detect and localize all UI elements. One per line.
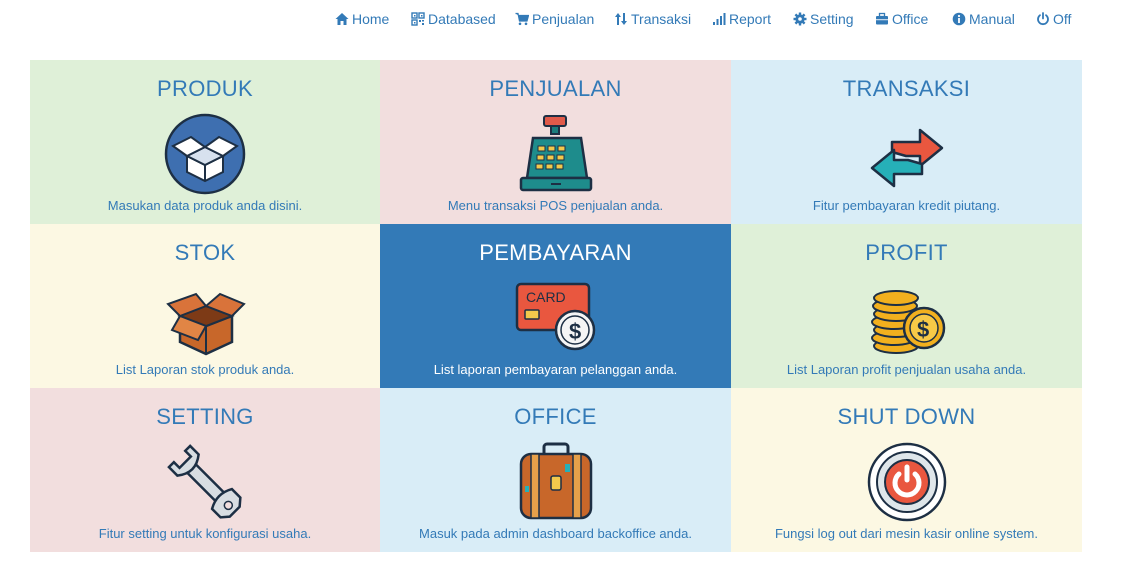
suitcase-icon bbox=[511, 440, 601, 524]
tile-pembayaran-desc: List laporan pembayaran pelanggan anda. bbox=[433, 362, 678, 377]
tile-stok-desc: List Laporan stok produk anda. bbox=[115, 362, 295, 377]
tile-profit-desc: List Laporan profit penjualan usaha anda… bbox=[786, 362, 1027, 377]
nav-setting-label: Setting bbox=[810, 11, 854, 27]
tile-office-desc: Masuk pada admin dashboard backoffice an… bbox=[419, 526, 692, 541]
card-label: CARD bbox=[526, 289, 566, 305]
shopping-cart-icon bbox=[515, 12, 529, 26]
signal-bars-icon bbox=[713, 13, 726, 25]
tile-shut-down-title: SHUT DOWN bbox=[837, 404, 976, 429]
tile-profit[interactable]: PROFIT $ List Laporan profit penjualan u… bbox=[731, 224, 1082, 388]
tile-setting[interactable]: SETTING Fitur setting untuk konfigurasi … bbox=[30, 388, 380, 552]
power-icon bbox=[1037, 12, 1049, 26]
nav-report-label: Report bbox=[729, 11, 772, 27]
power-button-icon bbox=[862, 440, 952, 524]
nav-databased[interactable]: Databased bbox=[411, 10, 496, 28]
wrench-icon bbox=[160, 440, 250, 524]
nav-setting[interactable]: Setting bbox=[793, 10, 854, 28]
home-icon bbox=[335, 13, 349, 25]
tile-produk-desc: Masukan data produk anda disini. bbox=[107, 198, 303, 213]
svg-text:$: $ bbox=[917, 317, 929, 342]
tile-transaksi-title: TRANSAKSI bbox=[842, 76, 971, 101]
tile-office[interactable]: OFFICE Masuk pada admin dashboard backof… bbox=[380, 388, 731, 552]
nav-manual-label: Manual bbox=[969, 11, 1015, 27]
tile-penjualan-desc: Menu transaksi POS penjualan anda. bbox=[447, 198, 664, 213]
info-circle-icon bbox=[952, 12, 966, 26]
nav-manual[interactable]: Manual bbox=[952, 10, 1015, 28]
tile-pembayaran[interactable]: PEMBAYARAN CARD $ List laporan pembayara… bbox=[380, 224, 731, 388]
qrcode-icon bbox=[411, 12, 425, 26]
tile-profit-title: PROFIT bbox=[865, 240, 948, 265]
tile-office-title: OFFICE bbox=[514, 404, 597, 429]
nav-databased-label: Databased bbox=[428, 11, 496, 27]
exchange-arrows-icon bbox=[862, 112, 952, 196]
briefcase-icon bbox=[876, 12, 888, 25]
tile-stok-title: STOK bbox=[174, 240, 236, 265]
nav-penjualan[interactable]: Penjualan bbox=[515, 10, 594, 28]
top-navbar: Home Databased Penjualan Transaksi Repor… bbox=[0, 0, 1124, 38]
tile-shut-down-desc: Fungsi log out dari mesin kasir online s… bbox=[774, 526, 1038, 541]
tile-produk[interactable]: PRODUK Masukan data produk anda disini. bbox=[30, 60, 380, 224]
nav-office-label: Office bbox=[892, 11, 929, 27]
credit-card-icon: CARD $ bbox=[511, 276, 601, 360]
nav-office[interactable]: Office bbox=[875, 10, 928, 28]
cash-register-icon bbox=[511, 112, 601, 196]
coin-stack-icon: $ bbox=[862, 276, 952, 360]
svg-text:$: $ bbox=[569, 319, 581, 344]
cog-icon bbox=[793, 12, 807, 26]
menu-grid: PRODUK Masukan data produk anda disini. … bbox=[30, 60, 1082, 552]
tile-setting-title: SETTING bbox=[156, 404, 254, 429]
open-box-icon bbox=[160, 112, 250, 196]
tile-penjualan-title: PENJUALAN bbox=[489, 76, 622, 101]
cardboard-box-icon bbox=[160, 276, 250, 360]
tile-setting-desc: Fitur setting untuk konfigurasi usaha. bbox=[98, 526, 312, 541]
nav-off-label: Off bbox=[1053, 11, 1072, 27]
tile-transaksi[interactable]: TRANSAKSI Fitur pembayaran kredit piutan… bbox=[731, 60, 1082, 224]
tile-penjualan[interactable]: PENJUALAN Menu transaksi POS penjualan a… bbox=[380, 60, 731, 224]
tile-produk-title: PRODUK bbox=[157, 76, 253, 101]
tile-stok[interactable]: STOK List Laporan stok produk anda. bbox=[30, 224, 380, 388]
nav-transaksi[interactable]: Transaksi bbox=[614, 10, 691, 28]
tile-transaksi-desc: Fitur pembayaran kredit piutang. bbox=[812, 198, 1001, 213]
nav-transaksi-label: Transaksi bbox=[631, 11, 692, 27]
tile-shut-down[interactable]: SHUT DOWN Fungsi log out dari mesin kasi… bbox=[731, 388, 1082, 552]
nav-penjualan-label: Penjualan bbox=[532, 11, 595, 27]
nav-home[interactable]: Home bbox=[335, 10, 389, 28]
nav-off[interactable]: Off bbox=[1036, 10, 1071, 28]
nav-home-label: Home bbox=[352, 11, 390, 27]
nav-report[interactable]: Report bbox=[712, 10, 771, 28]
sort-arrows-icon bbox=[615, 13, 627, 25]
tile-pembayaran-title: PEMBAYARAN bbox=[479, 240, 632, 265]
